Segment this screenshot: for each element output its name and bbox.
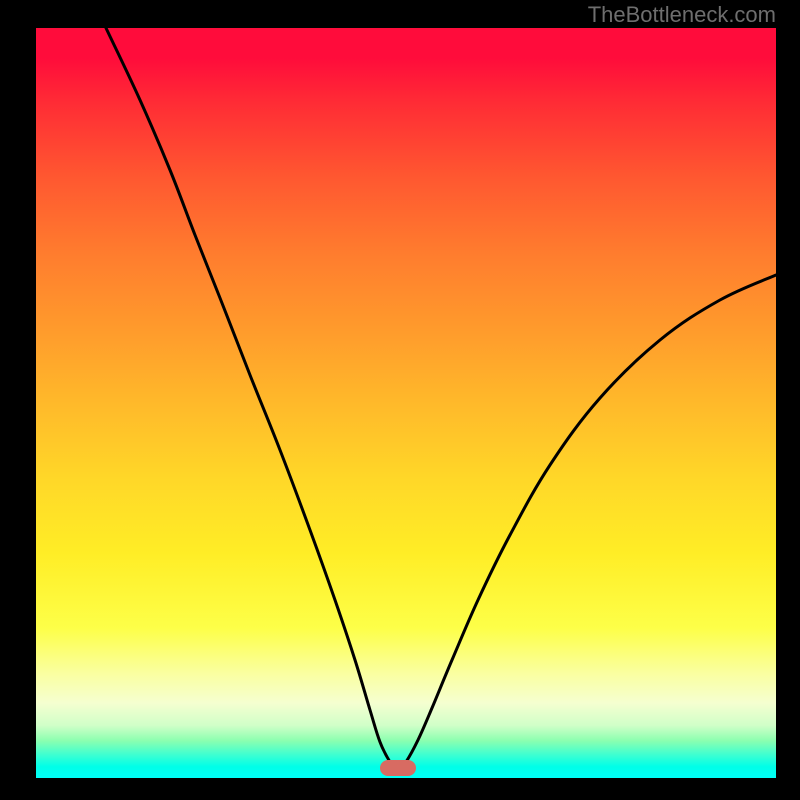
bottleneck-curve-path <box>106 28 776 771</box>
bottleneck-curve <box>0 0 800 800</box>
optimal-marker <box>380 760 416 776</box>
